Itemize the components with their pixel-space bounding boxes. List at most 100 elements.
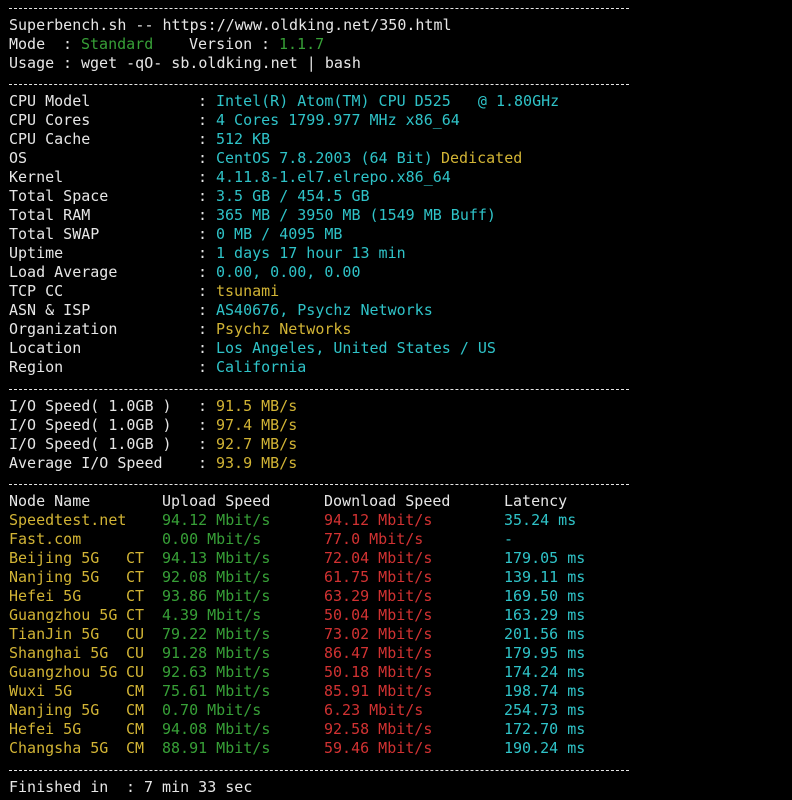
speed-header-row: Node Name Upload Speed Download Speed Laten…	[9, 492, 789, 511]
sysinfo-row: Uptime: 1 days 17 hour 13 min	[9, 244, 789, 263]
speed-row: Wuxi 5G CM 75.61 Mbit/s 85.91 Mbit/s 198.74 …	[9, 682, 789, 701]
upload-speed: 91.28 Mbit/s	[162, 644, 271, 663]
download-speed: 63.29 Mbit/s	[324, 587, 433, 606]
sysinfo-value: 4.11.8-1.el7.elrepo.x86_64	[216, 167, 451, 186]
sysinfo-label: OS	[9, 148, 28, 167]
colon: :	[198, 320, 217, 339]
colon: :	[198, 339, 217, 358]
sysinfo-value: 0 MB / 4095 MB	[216, 225, 343, 244]
version-value: 1.1.7	[279, 34, 325, 53]
sysinfo-label: Total Space	[9, 186, 109, 205]
sysinfo-label: ASN & ISP	[9, 301, 91, 320]
colon: :	[198, 263, 217, 282]
upload-speed: 94.08 Mbit/s	[162, 720, 271, 739]
terminal-window[interactable]: Superbench.sh -- https://www.oldking.net…	[0, 0, 792, 800]
sysinfo-value: CentOS 7.8.2003 (64 Bit)	[216, 148, 433, 167]
node-name: Changsha 5G	[9, 739, 109, 758]
colon: :	[54, 34, 82, 53]
node-isp: CT	[126, 606, 145, 625]
node-isp: CT	[126, 587, 145, 606]
sysinfo-row: Total SWAP: 0 MB / 4095 MB	[9, 225, 789, 244]
latency: 254.73 ms	[504, 701, 586, 720]
download-speed: 92.58 Mbit/s	[324, 720, 433, 739]
colon: :	[198, 453, 217, 472]
node-isp: CM	[126, 739, 145, 758]
sysinfo-label: Total RAM	[9, 206, 91, 225]
latency: 190.24 ms	[504, 739, 586, 758]
sysinfo-value: 365 MB / 3950 MB (1549 MB Buff)	[216, 206, 496, 225]
sysinfo-row: OS: CentOS 7.8.2003 (64 Bit) Dedicated	[9, 149, 789, 168]
sysinfo-row: Organization: Psychz Networks	[9, 320, 789, 339]
node-isp: CU	[126, 663, 145, 682]
colon: :	[198, 110, 217, 129]
footer-row: Finished in: 7 min 33 sec	[9, 778, 789, 797]
upload-speed: 4.39 Mbit/s	[162, 606, 262, 625]
io-label: I/O Speed( 1.0GB )	[9, 415, 172, 434]
io-row: I/O Speed( 1.0GB ): 91.5 MB/s	[9, 397, 789, 416]
sysinfo-label: TCP CC	[9, 282, 64, 301]
download-speed: 86.47 Mbit/s	[324, 644, 433, 663]
latency: 201.56 ms	[504, 625, 586, 644]
sysinfo-row: ASN & ISP: AS40676, Psychz Networks	[9, 301, 789, 320]
colon: :	[198, 206, 217, 225]
mode-label: Mode	[9, 34, 46, 53]
sysinfo-label: Organization	[9, 320, 118, 339]
io-value: 91.5 MB/s	[216, 396, 298, 415]
node-isp: CM	[126, 682, 145, 701]
sysinfo-label: Kernel	[9, 167, 64, 186]
speed-row: Nanjing 5G CM 0.70 Mbit/s 6.23 Mbit/s 254.73…	[9, 701, 789, 720]
sysinfo-value: Los Angeles, United States / US	[216, 339, 496, 358]
header-title: Superbench.sh -- https://www.oldking.net…	[9, 15, 452, 34]
sysinfo-row: Total Space: 3.5 GB / 454.5 GB	[9, 187, 789, 206]
sysinfo-value: Intel(R) Atom(TM) CPU D525 @ 1.80GHz	[216, 91, 560, 110]
sysinfo-row: TCP CC: tsunami	[9, 282, 789, 301]
usage-label: Usage	[9, 53, 55, 72]
finished-value: 7 min 33 sec	[144, 777, 253, 796]
version-label: Version	[189, 34, 253, 53]
sysinfo-row: CPU Model: Intel(R) Atom(TM) CPU D525 @ …	[9, 92, 789, 111]
speed-row: Speedtest.net 94.12 Mbit/s 94.12 Mbit/s 35.…	[9, 511, 789, 530]
col-latency: Latency	[504, 491, 568, 510]
io-value: 92.7 MB/s	[216, 434, 298, 453]
speed-row: Nanjing 5G CT 92.08 Mbit/s 61.75 Mbit/s 139.…	[9, 568, 789, 587]
sysinfo-label: Location	[9, 339, 82, 358]
colon: :	[198, 225, 217, 244]
colon: :	[198, 167, 217, 186]
upload-speed: 0.70 Mbit/s	[162, 701, 262, 720]
node-name: Nanjing 5G	[9, 701, 100, 720]
colon: :	[198, 396, 217, 415]
separator-speed	[9, 484, 629, 486]
speed-row: Hefei 5G CM 94.08 Mbit/s 92.58 Mbit/s 172.70…	[9, 720, 789, 739]
sysinfo-value: 4 Cores 1799.977 MHz x86_64	[216, 110, 460, 129]
node-name: Wuxi 5G	[9, 682, 73, 701]
sysinfo-row: Kernel: 4.11.8-1.el7.elrepo.x86_64	[9, 168, 789, 187]
node-isp: CU	[126, 625, 145, 644]
sysinfo-row: CPU Cache: 512 KB	[9, 130, 789, 149]
sysinfo-extra: Dedicated	[441, 148, 523, 167]
sysinfo-value: 0.00, 0.00, 0.00	[216, 263, 361, 282]
latency: -	[504, 529, 514, 548]
colon: :	[198, 244, 217, 263]
node-isp: CM	[126, 701, 145, 720]
latency: 35.24 ms	[504, 510, 577, 529]
upload-speed: 79.22 Mbit/s	[162, 625, 271, 644]
col-upload-speed: Upload Speed	[162, 491, 271, 510]
node-name: Shanghai 5G	[9, 644, 109, 663]
io-label: I/O Speed( 1.0GB )	[9, 396, 172, 415]
sysinfo-row: Location: Los Angeles, United States / U…	[9, 339, 789, 358]
node-isp: CM	[126, 720, 145, 739]
io-label: Average I/O Speed	[9, 453, 163, 472]
download-speed: 50.18 Mbit/s	[324, 663, 433, 682]
download-speed: 6.23 Mbit/s	[324, 701, 424, 720]
speed-row: Shanghai 5G CU 91.28 Mbit/s 86.47 Mbit/s 179…	[9, 644, 789, 663]
latency: 179.05 ms	[504, 548, 586, 567]
latency: 174.24 ms	[504, 663, 586, 682]
sysinfo-value: AS40676, Psychz Networks	[216, 301, 433, 320]
download-speed: 72.04 Mbit/s	[324, 548, 433, 567]
node-name: Beijing 5G	[9, 548, 100, 567]
speed-row: Fast.com 0.00 Mbit/s 77.0 Mbit/s -	[9, 530, 789, 549]
sysinfo-value: tsunami	[216, 282, 280, 301]
speed-row: Beijing 5G CT 94.13 Mbit/s 72.04 Mbit/s 179.…	[9, 549, 789, 568]
download-speed: 94.12 Mbit/s	[324, 510, 433, 529]
io-row: Average I/O Speed: 93.9 MB/s	[9, 454, 789, 473]
